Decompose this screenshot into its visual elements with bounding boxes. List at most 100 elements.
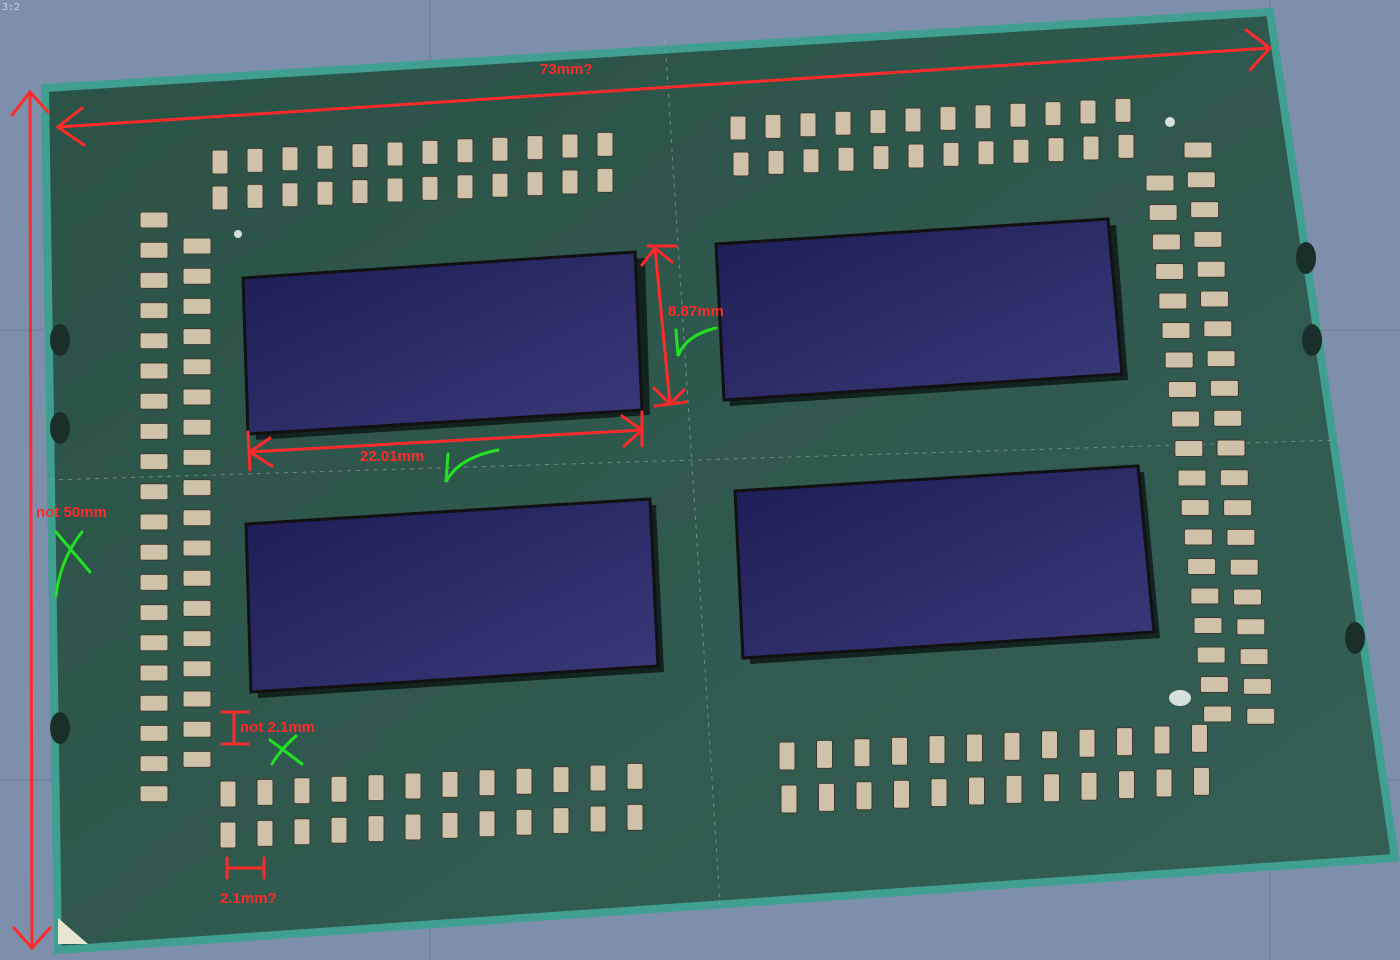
capacitor — [891, 736, 908, 766]
capacitor — [1187, 558, 1217, 575]
capacitor — [626, 803, 644, 831]
capacitor — [182, 569, 212, 587]
capacitor — [515, 767, 533, 795]
capacitor — [182, 750, 212, 768]
capacitor — [1114, 97, 1132, 123]
capacitor — [1203, 320, 1233, 338]
capacitor — [939, 105, 957, 131]
die-bottom-left[interactable] — [244, 497, 660, 694]
capacitor — [367, 815, 385, 843]
capacitor — [907, 143, 925, 169]
capacitor — [182, 599, 212, 617]
capacitor — [1239, 648, 1269, 666]
capacitor — [139, 392, 169, 410]
die-height-label: 8.87mm — [668, 303, 724, 320]
capacitor — [1148, 204, 1178, 221]
capacitor — [1242, 677, 1272, 695]
capacitor — [1190, 201, 1220, 219]
3d-viewport[interactable]: 3:2 73mm? not 50mm 8.87mm 22.01mm not 2.… — [0, 0, 1400, 960]
capacitor — [1200, 290, 1229, 308]
capacitor — [441, 770, 459, 798]
capacitor — [139, 543, 169, 561]
capacitor — [139, 302, 169, 320]
die-width-label: 22.01mm — [360, 448, 424, 465]
capacitor — [219, 780, 237, 808]
capacitor — [1196, 646, 1226, 664]
capacitor — [837, 146, 855, 172]
capacitor — [1171, 410, 1201, 428]
capacitor — [1003, 731, 1021, 761]
capacitor — [869, 109, 887, 135]
capacitor — [182, 660, 212, 678]
capacitor — [526, 171, 544, 197]
capacitor — [421, 139, 439, 165]
capacitor — [351, 179, 369, 205]
capacitor — [182, 358, 212, 376]
capacitor — [1196, 260, 1226, 278]
capacitor — [966, 733, 983, 763]
capacitor — [182, 630, 212, 648]
capacitor — [799, 112, 817, 138]
scene-svg: 73mm? not 50mm 8.87mm 22.01mm not 2.1mm … — [0, 0, 1400, 960]
capacitor — [834, 110, 852, 136]
die-top-left[interactable] — [241, 250, 644, 436]
capacitor — [139, 211, 169, 229]
capacitor — [139, 755, 169, 773]
die-top-right[interactable] — [714, 217, 1124, 402]
capacitor — [1047, 137, 1065, 163]
capacitor — [1145, 174, 1175, 192]
capacitor — [182, 448, 212, 466]
capacitor — [182, 690, 212, 708]
capacitor — [1158, 292, 1188, 310]
capacitor — [456, 174, 474, 200]
capacitor — [139, 573, 169, 591]
capacitor — [930, 778, 948, 808]
capacitor — [281, 146, 299, 172]
capacitor — [904, 107, 922, 133]
capacitor — [552, 766, 570, 794]
capacitor — [1193, 766, 1210, 796]
capacitor — [139, 724, 169, 742]
capacitor — [139, 362, 169, 380]
capacitor — [1012, 138, 1030, 164]
capacitor — [182, 539, 212, 557]
capacitor — [1044, 101, 1062, 127]
capacitor — [1190, 587, 1220, 605]
capacitor — [330, 816, 348, 844]
capacitor — [1118, 770, 1135, 800]
capacitor — [1082, 135, 1100, 161]
capacitor — [421, 175, 439, 201]
capacitor — [182, 237, 212, 255]
capacitor — [1009, 102, 1027, 128]
capacitor — [330, 775, 348, 803]
die-bottom-right[interactable] — [733, 464, 1156, 660]
capacitor — [351, 143, 369, 169]
capacitor — [1233, 588, 1262, 606]
capacitor — [1213, 409, 1243, 427]
capacitor — [441, 811, 459, 839]
capacitor — [491, 136, 509, 162]
capacitor — [139, 513, 169, 531]
capacitor — [1151, 233, 1181, 251]
capacitor — [139, 634, 169, 652]
capacitor — [367, 774, 385, 802]
capacitor — [1246, 707, 1276, 725]
capacitor — [515, 808, 533, 836]
capacitor — [404, 813, 422, 841]
capacitor — [1236, 618, 1266, 636]
not-pitch-label: not 2.1mm — [240, 719, 315, 736]
capacitor — [1216, 439, 1246, 457]
capacitor — [246, 147, 264, 173]
capacitor — [316, 144, 334, 170]
capacitor — [182, 267, 212, 285]
capacitor — [139, 694, 169, 712]
capacitor — [246, 183, 264, 209]
capacitor — [1043, 773, 1060, 803]
capacitor — [1219, 469, 1249, 487]
capacitor — [256, 778, 274, 806]
capacitor — [977, 140, 995, 166]
capacitor — [802, 148, 820, 174]
capacitor — [1078, 728, 1096, 758]
capacitor — [182, 720, 212, 738]
capacitor — [778, 741, 796, 771]
